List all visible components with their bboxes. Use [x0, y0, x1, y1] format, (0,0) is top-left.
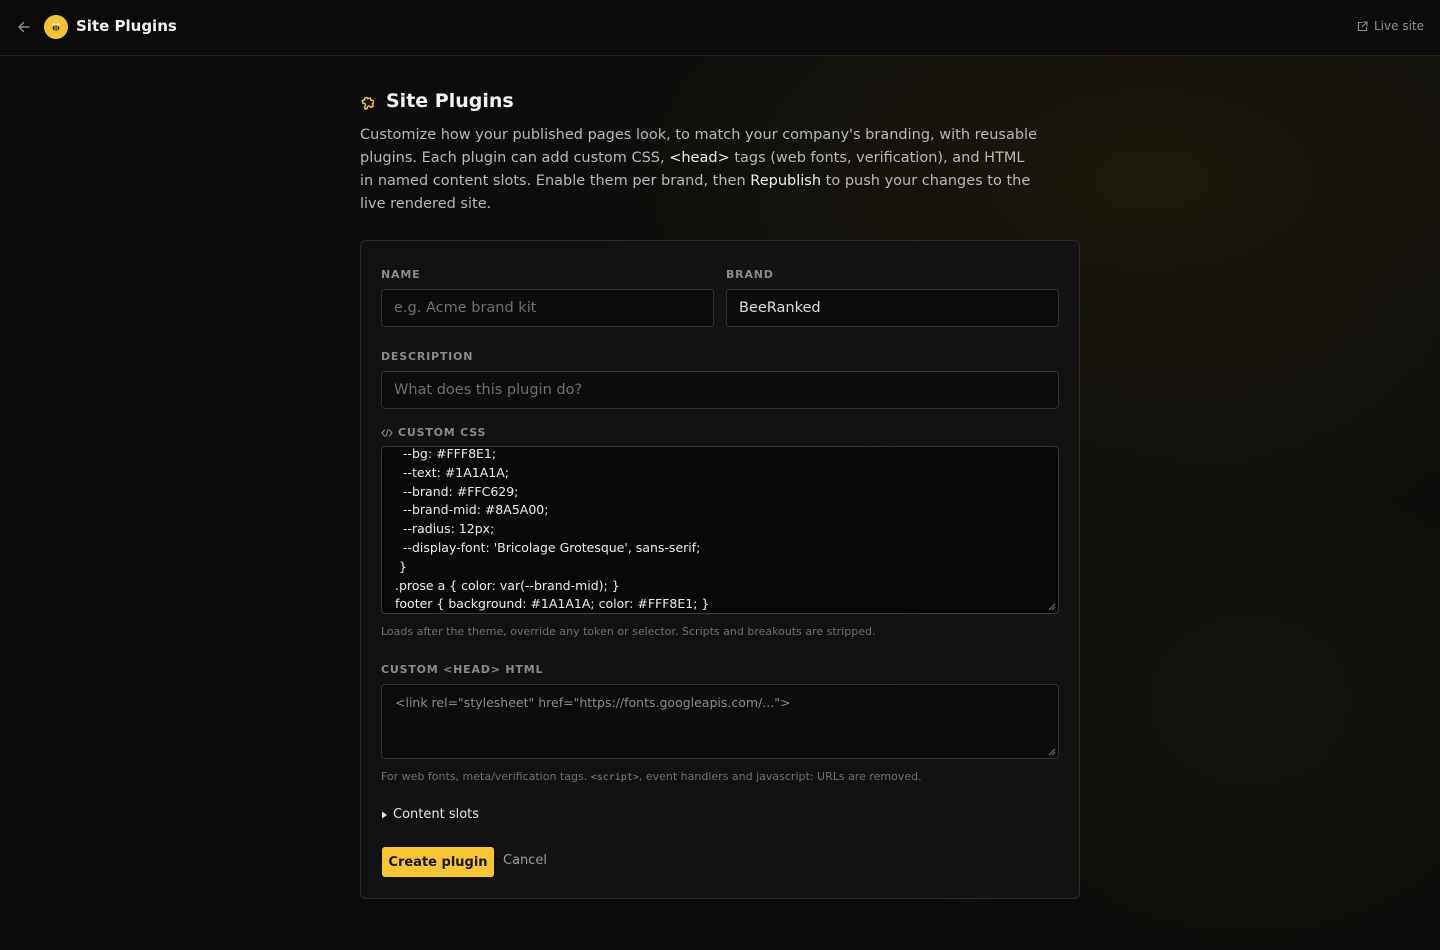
puzzle-icon: [361, 96, 375, 110]
css-code: --bg: #FFF8E1; --text: #1A1A1A; --brand:…: [395, 446, 710, 613]
description-input[interactable]: [381, 371, 1059, 409]
css-line: --display-font: 'Bricolage Grotesque', s…: [395, 539, 701, 555]
bee-icon: [52, 23, 60, 31]
content-slots-toggle[interactable]: Content slots: [381, 807, 479, 822]
cancel-button[interactable]: Cancel: [503, 853, 547, 868]
css-line: --bg: #FFF8E1;: [395, 446, 497, 461]
css-line: }: [395, 558, 407, 574]
css-line: --radius: 12px;: [395, 521, 495, 537]
main-content: Site Plugins Customize how your publishe…: [360, 88, 1080, 899]
content-slots-label: Content slots: [393, 807, 480, 822]
live-site-link[interactable]: Live site: [1357, 19, 1424, 33]
custom-css-label: CUSTOM CSS: [398, 426, 487, 439]
brand-select[interactable]: [726, 289, 1059, 327]
custom-css-label-row: CUSTOM CSS: [381, 426, 486, 439]
create-plugin-button[interactable]: Create plugin: [382, 847, 494, 877]
custom-head-label: CUSTOM <HEAD> HTML: [381, 663, 544, 676]
page-title: Site Plugins: [386, 90, 514, 112]
name-label: NAME: [381, 268, 421, 281]
head-hint: For web fonts, meta/verification tags. <…: [381, 770, 922, 783]
brand-label: BRAND: [726, 268, 774, 281]
back-button[interactable]: [14, 17, 34, 37]
republish-mention: Republish: [750, 173, 822, 189]
css-line: --text: #1A1A1A;: [395, 464, 510, 480]
arrow-left-icon: [18, 21, 30, 33]
head-tag-mention: <head>: [669, 150, 730, 166]
triangle-right-icon: [382, 811, 387, 818]
code-icon: [381, 428, 393, 437]
head-placeholder: <link rel="stylesheet" href="https://fon…: [395, 695, 791, 710]
css-line: --brand-mid: #8A5A00;: [395, 502, 549, 518]
external-link-icon: [1357, 20, 1368, 31]
plugin-form: NAME BRAND DESCRIPTION CUSTOM CSS --bg: …: [360, 240, 1080, 899]
resize-handle-icon[interactable]: [1048, 603, 1056, 611]
logo: [44, 15, 68, 39]
page-description: Customize how your published pages look,…: [360, 127, 1037, 212]
description-label: DESCRIPTION: [381, 350, 474, 363]
css-line: --brand: #FFC629;: [395, 483, 519, 499]
app-title: Site Plugins: [76, 17, 177, 35]
css-hint: Loads after the theme, override any toke…: [381, 625, 876, 638]
page-header: Site Plugins: [360, 88, 1080, 114]
top-bar: Site Plugins Live site: [0, 0, 1440, 56]
css-line: footer { background: #1A1A1A; color: #FF…: [395, 596, 710, 612]
live-site-label: Live site: [1374, 19, 1424, 33]
name-input[interactable]: [381, 289, 714, 327]
custom-css-editor[interactable]: --bg: #FFF8E1; --text: #1A1A1A; --brand:…: [381, 446, 1059, 614]
resize-handle-icon[interactable]: [1048, 748, 1056, 756]
css-line: .prose a { color: var(--brand-mid); }: [395, 577, 620, 593]
custom-head-editor[interactable]: <link rel="stylesheet" href="https://fon…: [381, 684, 1059, 759]
